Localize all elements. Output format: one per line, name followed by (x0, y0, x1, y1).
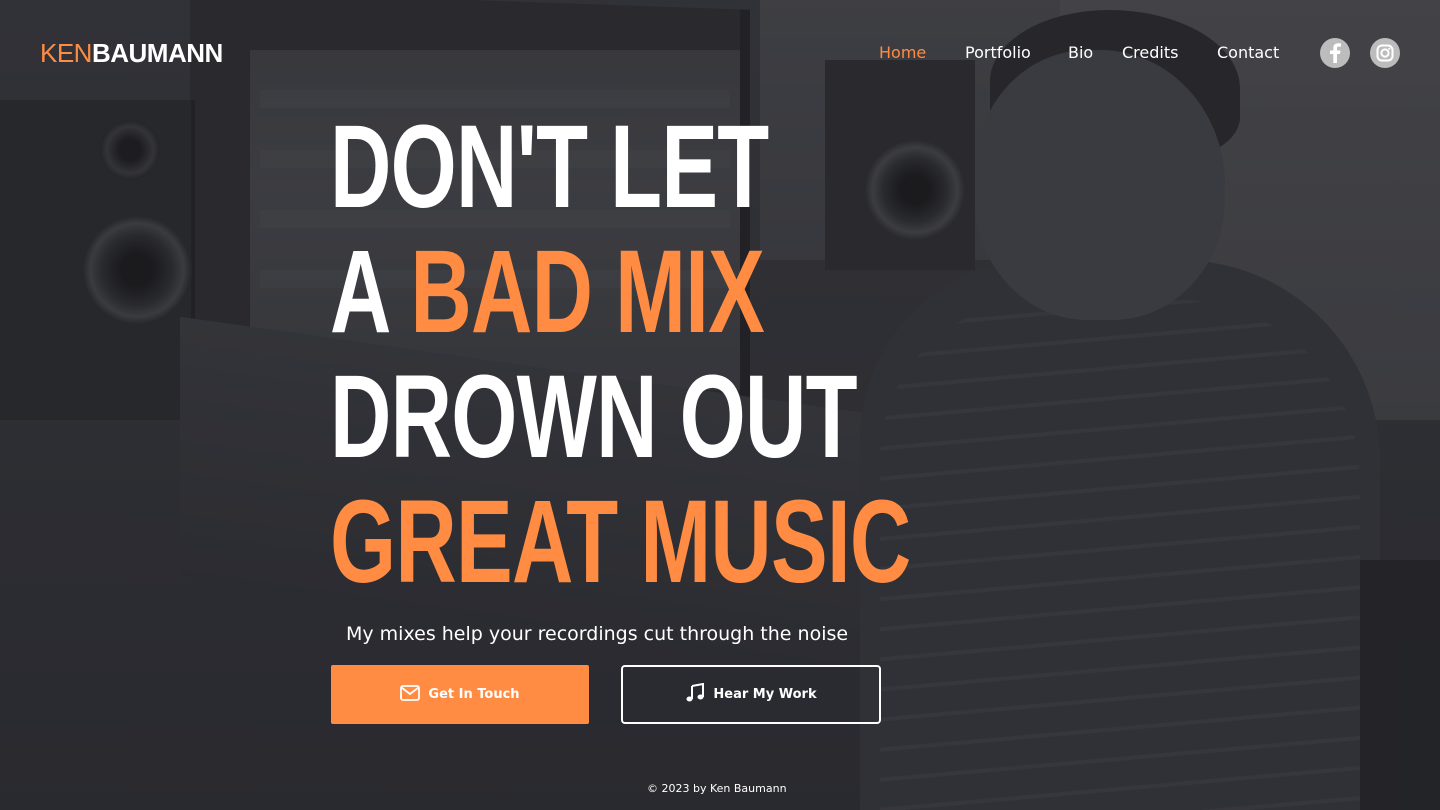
hear-my-work-button[interactable]: Hear My Work (621, 665, 881, 724)
copyright-text: © 2023 by Ken Baumann (647, 782, 787, 795)
get-in-touch-label: Get In Touch (428, 687, 520, 702)
headline-line-2-prefix: A (330, 226, 411, 358)
nav-link-credits[interactable]: Credits (1122, 42, 1178, 64)
headline-line-1: DON'T LET (330, 101, 769, 233)
instagram-link[interactable] (1370, 38, 1400, 68)
logo-last-name: BAUMANN (91, 38, 223, 68)
nav-link-contact[interactable]: Contact (1217, 42, 1279, 64)
headline-line-4: GREAT MUSIC (330, 476, 911, 608)
get-in-touch-button[interactable]: Get In Touch (331, 665, 589, 724)
site-logo[interactable]: KENBAUMANN (40, 38, 223, 68)
envelope-icon (400, 684, 421, 705)
music-note-icon (685, 682, 705, 707)
instagram-icon (1376, 44, 1394, 62)
headline-line-2-accent: BAD MIX (410, 226, 765, 358)
hero-subtitle: My mixes help your recordings cut throug… (346, 623, 849, 645)
facebook-link[interactable] (1320, 38, 1350, 68)
headline-line-3: DROWN OUT (330, 351, 858, 483)
logo-first-name: KEN (40, 38, 92, 68)
facebook-icon (1329, 43, 1341, 63)
hero-headline: DON'T LET A BAD MIX DROWN OUT GREAT MUSI… (330, 105, 1136, 605)
nav-link-bio[interactable]: Bio (1068, 42, 1093, 64)
hear-my-work-label: Hear My Work (713, 687, 817, 702)
headline-line-2: A BAD MIX (330, 230, 911, 355)
nav-link-portfolio[interactable]: Portfolio (965, 42, 1031, 64)
nav-link-home[interactable]: Home (879, 42, 926, 64)
